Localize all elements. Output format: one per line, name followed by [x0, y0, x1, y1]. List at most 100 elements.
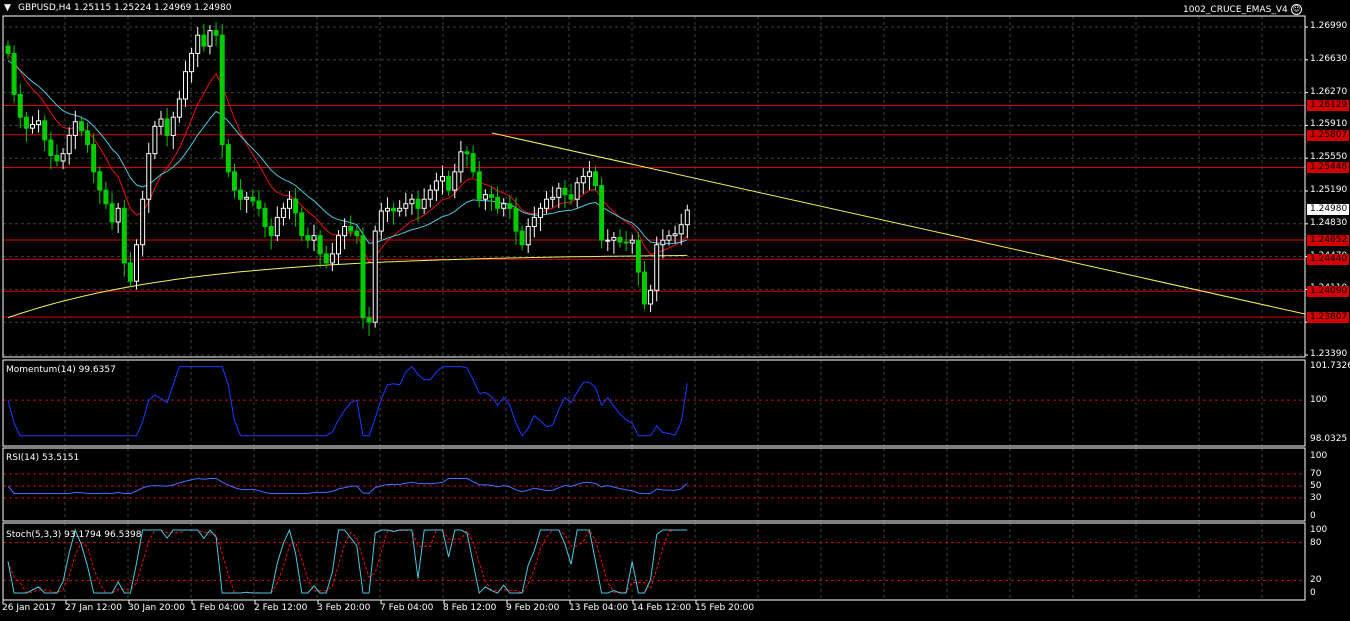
candle-body [11, 52, 17, 95]
candle-body [109, 203, 115, 223]
candle-body [29, 123, 35, 129]
candle-body [446, 175, 452, 191]
robot-icon[interactable]: ☺ [1291, 4, 1302, 15]
candle-body [274, 216, 280, 237]
candle-body [335, 235, 341, 255]
candle-body [433, 180, 439, 191]
candle-body [23, 116, 29, 129]
candle-body [127, 262, 133, 282]
candle-body [372, 230, 378, 323]
price-tick-label: 1.25910 [1310, 119, 1348, 130]
candle-body [464, 151, 470, 155]
price-tick-label: 1.24830 [1310, 217, 1348, 228]
candle-body [568, 194, 574, 200]
stoch-title: Stoch(5,3,3) 93.1794 96.5398 [6, 530, 142, 540]
candle-body [91, 144, 97, 173]
candle-body [342, 226, 348, 237]
candle-body [60, 153, 66, 162]
candle-body [354, 230, 360, 237]
time-tick-label: 14 Feb 12:00 [632, 603, 692, 613]
candle-body [5, 45, 11, 54]
candle-body [580, 175, 586, 184]
time-tick-label: 2 Feb 12:00 [254, 603, 308, 613]
candle-body [231, 171, 237, 191]
time-tick-label: 26 Jan 2017 [2, 603, 56, 613]
price-tick-label: 1.25190 [1310, 185, 1348, 195]
candle-body [409, 198, 415, 205]
candle-body [605, 239, 611, 242]
price-level-label: 1.25807 [1307, 129, 1349, 141]
candle-body [115, 207, 121, 223]
candle-body [641, 271, 647, 305]
indicator-panel-frame [2, 447, 1306, 522]
candle-body [360, 235, 366, 319]
time-tick-label: 9 Feb 20:00 [506, 603, 560, 613]
candle-body [476, 171, 482, 200]
candle-body [250, 196, 256, 202]
candle-body [146, 153, 152, 200]
candle-body [537, 207, 543, 218]
stoch-tick-label: 80 [1310, 537, 1322, 548]
candle-body [556, 187, 562, 198]
candlesticks[interactable] [5, 22, 690, 336]
price-tick-label: 1.26630 [1310, 53, 1348, 64]
chart-canvas[interactable] [0, 0, 1350, 621]
candle-body [189, 52, 195, 73]
candle-body [617, 236, 623, 243]
candle-body [672, 233, 678, 237]
symbol-menu-arrow-icon[interactable]: ▼ [4, 3, 11, 14]
candle-body [611, 236, 617, 241]
candle-body [72, 121, 78, 136]
candle-body [544, 198, 550, 209]
horizontal-levels [3, 104, 1305, 318]
candle-body [366, 317, 372, 323]
time-tick-label: 3 Feb 20:00 [317, 603, 371, 613]
price-tick-label: 1.23390 [1310, 349, 1348, 359]
candle-body [678, 224, 684, 235]
candle-body [287, 198, 293, 209]
candle-body [293, 198, 299, 214]
price-level-label: 1.24652 [1307, 235, 1349, 247]
price-level-label: 1.26129 [1307, 100, 1349, 112]
candle-body [574, 182, 580, 200]
candle-body [207, 30, 213, 47]
candle-body [152, 125, 158, 155]
candle-body [378, 210, 384, 232]
rsi-title: RSI(14) 53.5151 [6, 453, 80, 463]
resistance-trendline [491, 132, 1306, 315]
candle-body [48, 139, 54, 156]
trendline[interactable] [491, 132, 1306, 315]
candle-body [513, 207, 519, 232]
candle-body [317, 235, 323, 255]
ema-slow-line [7, 254, 688, 319]
candle-body [440, 175, 446, 182]
time-tick-label: 8 Feb 12:00 [443, 603, 497, 613]
candle-body [550, 196, 556, 200]
main-panel-frame [2, 15, 1306, 358]
candle-body [170, 116, 176, 136]
time-tick-label: 1 Feb 04:00 [191, 603, 245, 613]
candle-body [244, 196, 250, 200]
candle-body [495, 196, 501, 209]
candle-body [305, 235, 311, 241]
candle-body [488, 194, 494, 198]
indicator-panel-frame [2, 359, 1306, 447]
candle-body [323, 253, 329, 264]
candle-body [452, 171, 458, 191]
candle-body [654, 244, 660, 291]
candle-body [525, 226, 531, 246]
candle-body [176, 98, 182, 118]
candle-body [397, 207, 403, 212]
candle-body [635, 239, 641, 273]
candle-body [121, 207, 127, 264]
candle-body [629, 239, 635, 244]
candle-body [501, 203, 507, 209]
candle-body [660, 239, 666, 246]
panel-frames [2, 15, 1306, 604]
candle-body [348, 226, 354, 232]
candle-body [103, 189, 109, 205]
candle-body [427, 189, 433, 200]
candle-body [42, 120, 48, 141]
time-tick-label: 7 Feb 04:00 [380, 603, 434, 613]
candle-body [225, 144, 231, 173]
